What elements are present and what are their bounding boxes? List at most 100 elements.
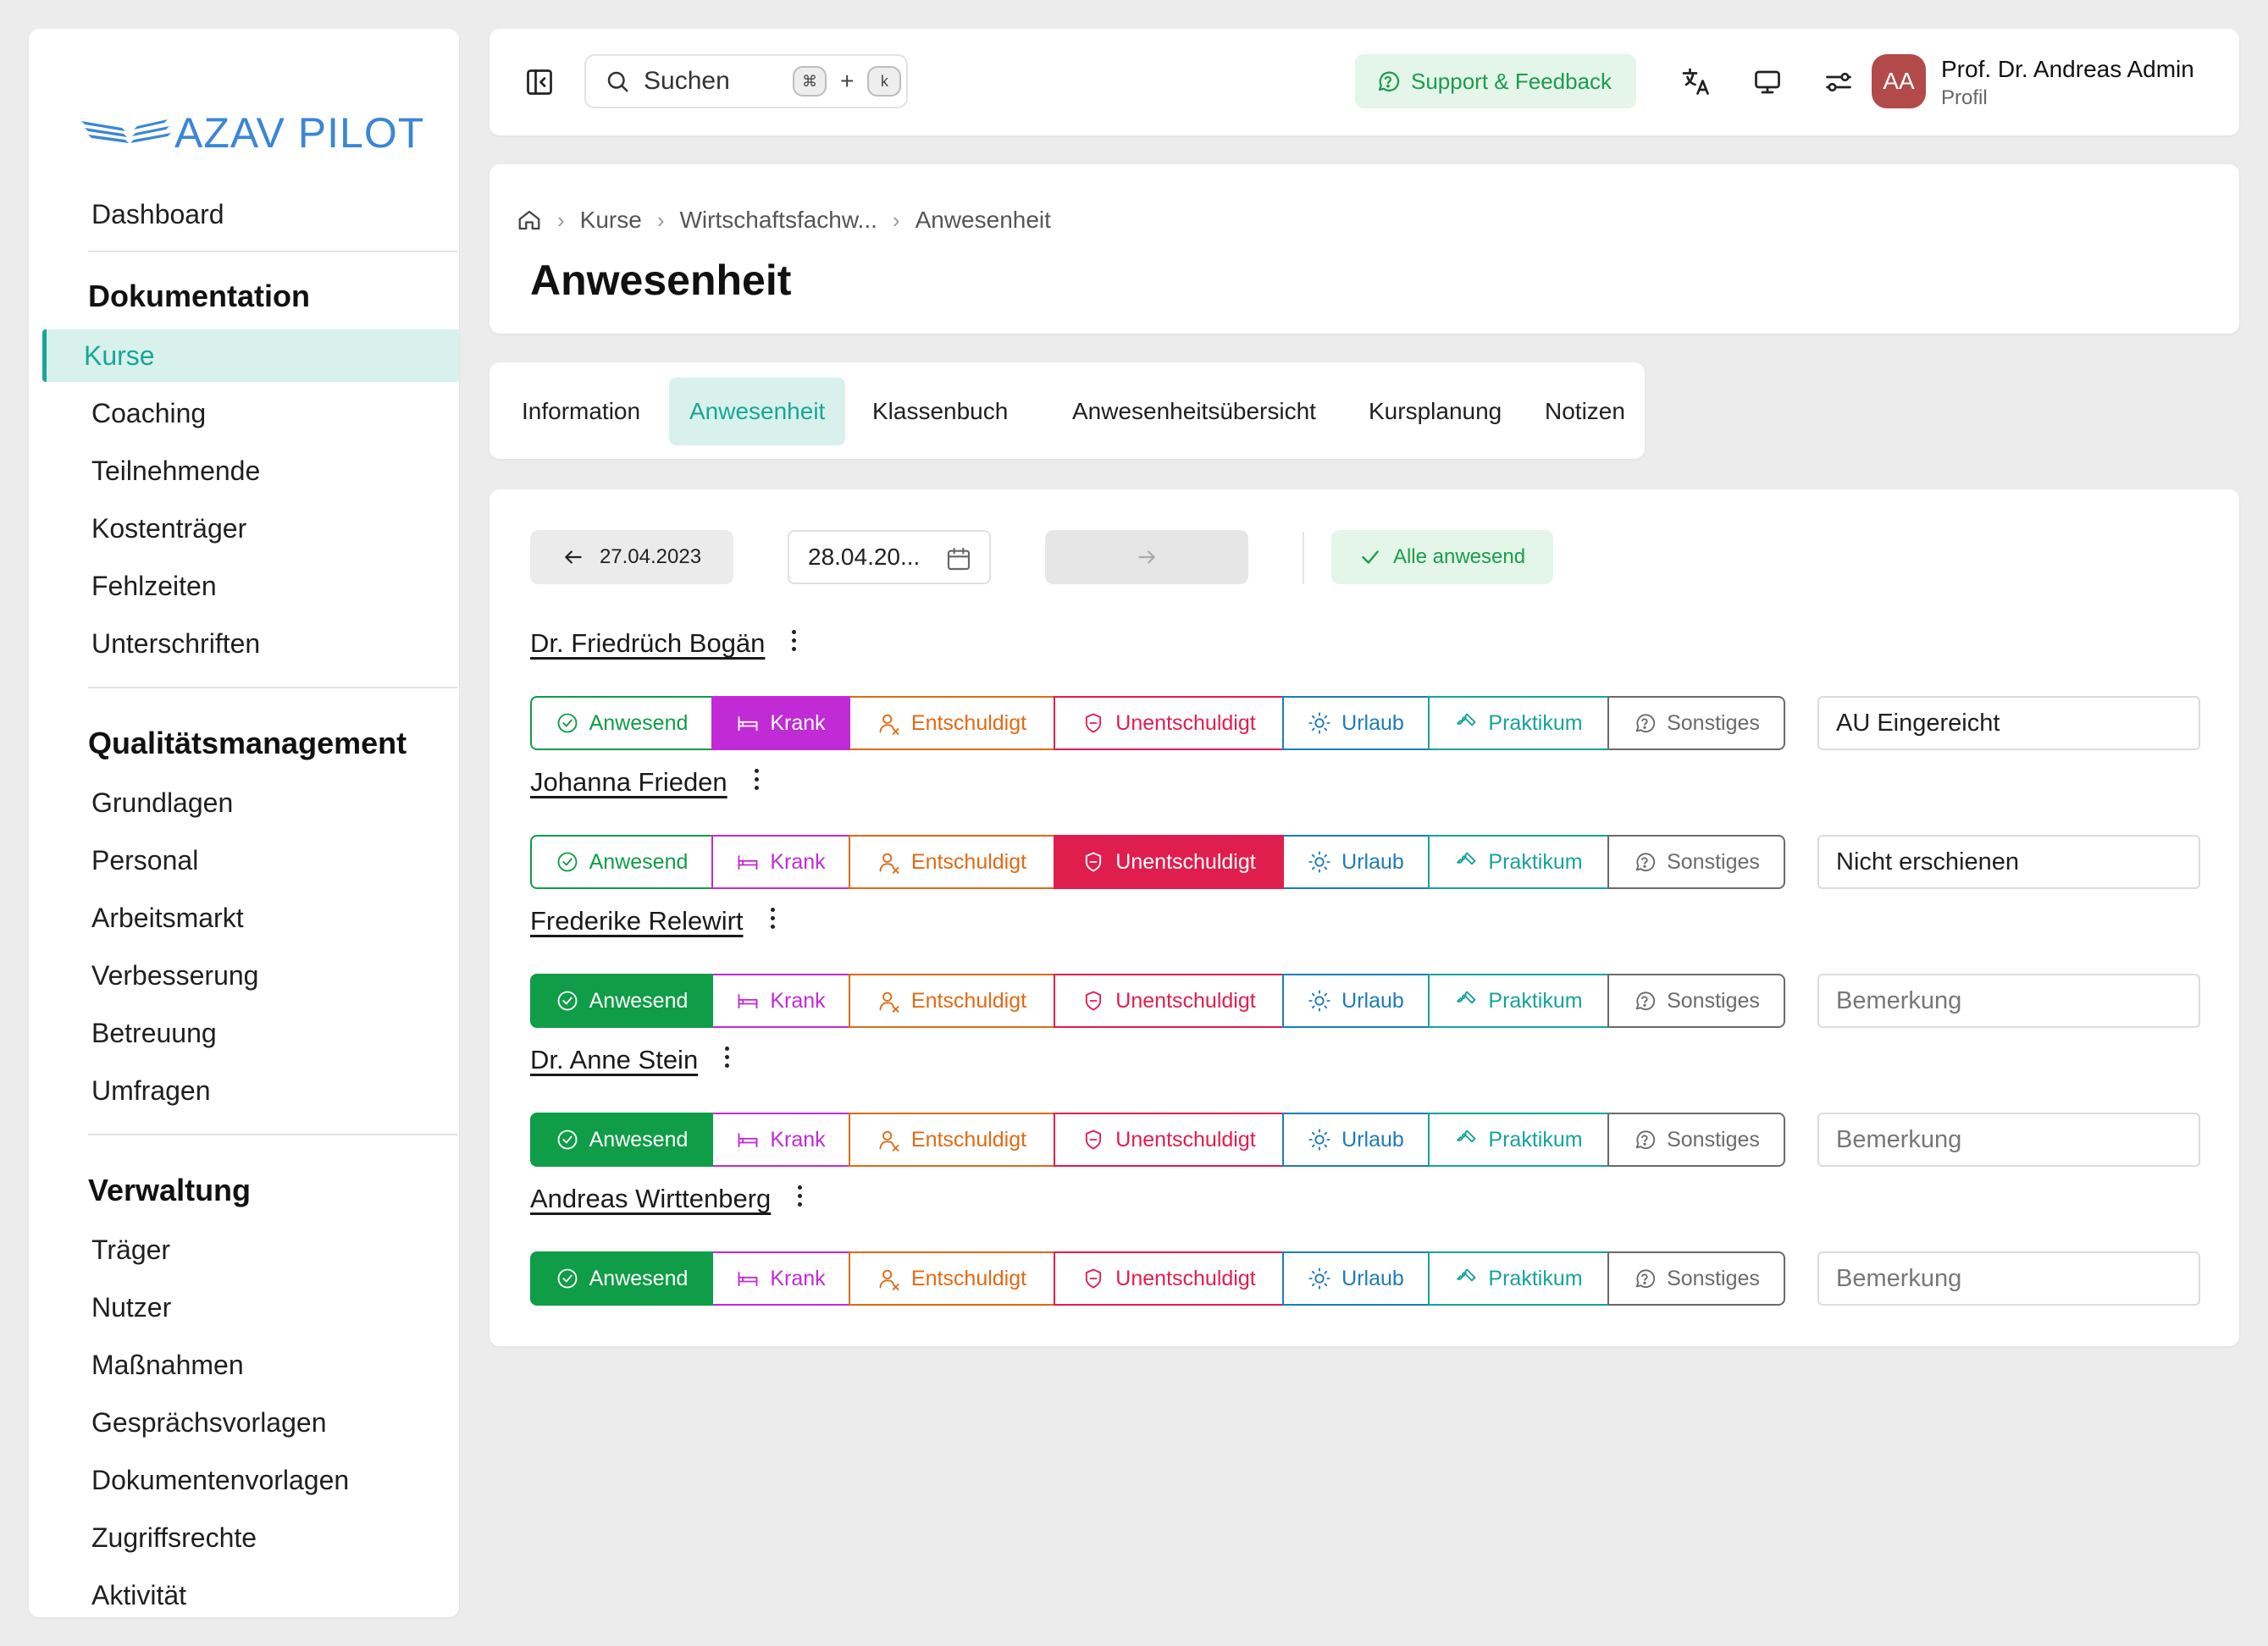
status-urlaub-button[interactable]: Urlaub [1282, 1251, 1430, 1306]
bed-icon [738, 1133, 758, 1148]
tab-anwesenheit[interactable]: Anwesenheit [669, 378, 846, 445]
participant-name[interactable]: Johanna Frieden [530, 767, 727, 798]
tab-klassenbuch[interactable]: Klassenbuch [852, 378, 1028, 445]
avatar[interactable]: AA [1872, 54, 1926, 108]
status-unentschuldigt-button[interactable]: Unentschuldigt [1054, 696, 1284, 750]
status-urlaub-button[interactable]: Urlaub [1282, 835, 1430, 889]
status-sonstiges-button[interactable]: Sonstiges [1607, 1113, 1785, 1167]
all-present-button[interactable]: Alle anwesend [1331, 530, 1553, 584]
status-entschuldigt-button[interactable]: Entschuldigt [849, 974, 1055, 1028]
sidebar-item-coaching[interactable]: Coaching [63, 387, 459, 439]
home-icon[interactable] [517, 207, 542, 233]
status-unentschuldigt-button[interactable]: Unentschuldigt [1054, 1251, 1284, 1306]
sidebar-item-zugriffsrechte[interactable]: Zugriffsrechte [63, 1511, 459, 1564]
sidebar-item-gespra-chsvorlagen[interactable]: Gesprächsvorlagen [63, 1396, 459, 1449]
tab-kursplanung[interactable]: Kursplanung [1348, 378, 1522, 445]
sidebar-item-dashboard[interactable]: Dashboard [63, 188, 459, 240]
status-krank-button[interactable]: Krank [711, 974, 850, 1028]
participant-name[interactable]: Andreas Wirttenberg [530, 1184, 771, 1214]
sidebar-item-kurse[interactable]: Kurse [42, 329, 459, 382]
logo[interactable]: AZAV PILOT [81, 103, 424, 163]
remark-input[interactable] [1817, 1251, 2200, 1306]
sidebar-item-betreuung[interactable]: Betreuung [63, 1007, 459, 1059]
status-anwesend-button[interactable]: Anwesend [530, 1251, 713, 1306]
sidebar-item-fehlzeiten[interactable]: Fehlzeiten [63, 560, 459, 612]
status-krank-button[interactable]: Krank [711, 1251, 850, 1306]
sidebar-item-teilnehmende[interactable]: Teilnehmende [63, 445, 459, 497]
status-label: Praktikum [1488, 1127, 1583, 1152]
date-picker-input[interactable]: 28.04.20... [788, 530, 991, 584]
status-unentschuldigt-button[interactable]: Unentschuldigt [1054, 1113, 1284, 1167]
more-options-icon[interactable] [746, 764, 766, 794]
sidebar-item-verbesserung[interactable]: Verbesserung [63, 949, 459, 1002]
sidebar-item-arbeitsmarkt[interactable]: Arbeitsmarkt [63, 892, 459, 944]
user-role[interactable]: Profil [1941, 86, 1988, 110]
remark-input[interactable] [1817, 974, 2200, 1028]
sidebar-item-umfragen[interactable]: Umfragen [63, 1064, 459, 1117]
status-krank-button[interactable]: Krank [711, 835, 850, 889]
remark-input[interactable] [1817, 835, 2200, 889]
status-praktikum-button[interactable]: Praktikum [1428, 974, 1609, 1028]
status-label: Sonstiges [1667, 988, 1760, 1013]
status-praktikum-button[interactable]: Praktikum [1428, 696, 1609, 750]
language-button[interactable] [1677, 63, 1716, 102]
status-unentschuldigt-button[interactable]: Unentschuldigt [1054, 835, 1284, 889]
display-button[interactable] [1748, 63, 1787, 102]
next-day-button[interactable] [1045, 530, 1248, 584]
tab-information[interactable]: Information [501, 378, 661, 445]
status-urlaub-button[interactable]: Urlaub [1282, 974, 1430, 1028]
more-options-icon[interactable] [789, 1180, 810, 1211]
tab-anwesenheitsuebersicht[interactable]: Anwesenheitsübersicht [1052, 378, 1336, 445]
status-krank-button[interactable]: Krank [711, 696, 850, 750]
tab-notizen[interactable]: Notizen [1524, 378, 1646, 445]
sidebar-toggle-button[interactable] [520, 63, 559, 102]
sidebar-item-personal[interactable]: Personal [63, 834, 459, 887]
status-anwesend-button[interactable]: Anwesend [530, 696, 713, 750]
status-sonstiges-button[interactable]: Sonstiges [1607, 974, 1785, 1028]
attendance-panel: 27.04.2023 28.04.20... Alle anwesend Dr.… [490, 489, 2239, 1346]
more-options-icon[interactable] [783, 625, 804, 655]
sidebar-item-nutzer[interactable]: Nutzer [63, 1281, 459, 1334]
sidebar-item-tra-ger[interactable]: Träger [63, 1223, 459, 1276]
breadcrumb-course[interactable]: Wirtschaftsfachw... [680, 207, 877, 234]
bed-icon [738, 994, 758, 1009]
sidebar-item-dokumentenvorlagen[interactable]: Dokumentenvorlagen [63, 1454, 459, 1506]
support-feedback-button[interactable]: Support & Feedback [1355, 54, 1636, 108]
settings-button[interactable] [1819, 63, 1858, 102]
status-praktikum-button[interactable]: Praktikum [1428, 1251, 1609, 1306]
status-label: Anwesend [589, 849, 689, 874]
participant-name[interactable]: Dr. Anne Stein [530, 1045, 698, 1075]
participant-name[interactable]: Frederike Relewirt [530, 906, 744, 936]
search-input[interactable]: Suchen ⌘ + k [584, 54, 908, 108]
more-options-icon[interactable] [716, 1041, 737, 1072]
remark-input[interactable] [1817, 1113, 2200, 1167]
sidebar-item-aktivita-t[interactable]: Aktivität [63, 1569, 459, 1617]
status-anwesend-button[interactable]: Anwesend [530, 974, 713, 1028]
status-sonstiges-button[interactable]: Sonstiges [1607, 835, 1785, 889]
sidebar-item-unterschriften[interactable]: Unterschriften [63, 617, 459, 670]
status-sonstiges-button[interactable]: Sonstiges [1607, 1251, 1785, 1306]
status-entschuldigt-button[interactable]: Entschuldigt [849, 835, 1055, 889]
remark-input[interactable] [1817, 696, 2200, 750]
status-urlaub-button[interactable]: Urlaub [1282, 696, 1430, 750]
status-sonstiges-button[interactable]: Sonstiges [1607, 696, 1785, 750]
status-anwesend-button[interactable]: Anwesend [530, 835, 713, 889]
status-entschuldigt-button[interactable]: Entschuldigt [849, 696, 1055, 750]
status-entschuldigt-button[interactable]: Entschuldigt [849, 1113, 1055, 1167]
status-anwesend-button[interactable]: Anwesend [530, 1113, 713, 1167]
more-options-icon[interactable] [762, 903, 783, 933]
status-label: Anwesend [589, 1127, 689, 1152]
status-krank-button[interactable]: Krank [711, 1113, 850, 1167]
breadcrumb-kurse[interactable]: Kurse [580, 207, 642, 234]
status-urlaub-button[interactable]: Urlaub [1282, 1113, 1430, 1167]
user-name[interactable]: Prof. Dr. Andreas Admin [1941, 56, 2194, 83]
participant-name[interactable]: Dr. Friedrüch Bogän [530, 628, 765, 659]
previous-day-button[interactable]: 27.04.2023 [530, 530, 733, 584]
status-unentschuldigt-button[interactable]: Unentschuldigt [1054, 974, 1284, 1028]
status-entschuldigt-button[interactable]: Entschuldigt [849, 1251, 1055, 1306]
status-praktikum-button[interactable]: Praktikum [1428, 835, 1609, 889]
status-praktikum-button[interactable]: Praktikum [1428, 1113, 1609, 1167]
sidebar-item-grundlagen[interactable]: Grundlagen [63, 776, 459, 829]
sidebar-item-ma-nahmen[interactable]: Maßnahmen [63, 1339, 459, 1391]
sidebar-item-kostentra-ger[interactable]: Kostenträger [63, 502, 459, 555]
